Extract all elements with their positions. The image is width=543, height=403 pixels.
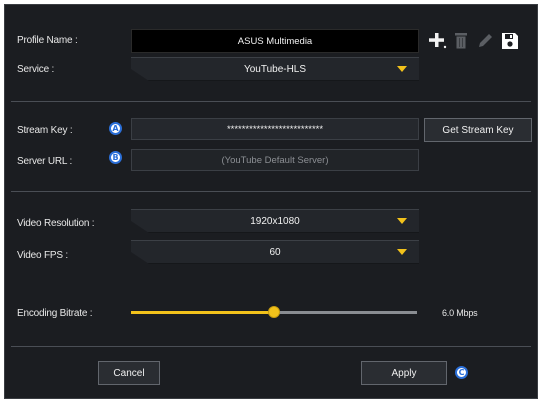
- divider: [11, 101, 531, 102]
- video-fps-value: 60: [269, 246, 281, 258]
- video-fps-dropdown[interactable]: 60: [131, 240, 419, 264]
- floppy-disk-icon[interactable]: [499, 30, 521, 52]
- server-url-input[interactable]: (YouTube Default Server): [131, 149, 419, 171]
- video-resolution-dropdown[interactable]: 1920x1080: [131, 209, 419, 233]
- stream-key-input[interactable]: **************************: [131, 118, 419, 140]
- service-value: YouTube-HLS: [243, 63, 307, 75]
- cancel-button[interactable]: Cancel: [98, 361, 160, 385]
- slider-thumb[interactable]: [268, 306, 280, 318]
- divider: [11, 346, 531, 347]
- encoding-bitrate-value: 6.0 Mbps: [442, 308, 478, 318]
- chevron-down-icon: [397, 249, 407, 255]
- pencil-icon[interactable]: [475, 31, 495, 51]
- profile-name-label: Profile Name :: [17, 35, 78, 46]
- apply-button[interactable]: Apply: [361, 361, 447, 385]
- encoding-bitrate-label: Encoding Bitrate :: [17, 308, 93, 319]
- chevron-down-icon: [397, 66, 407, 72]
- plus-icon[interactable]: [427, 31, 447, 51]
- chevron-down-icon: [397, 218, 407, 224]
- server-url-label: Server URL :: [17, 156, 73, 167]
- callout-badge-a: A: [109, 122, 122, 135]
- callout-badge-b: B: [109, 151, 122, 164]
- profile-name-input[interactable]: ASUS Multimedia: [131, 29, 419, 53]
- video-resolution-value: 1920x1080: [250, 215, 300, 227]
- callout-badge-c: C: [455, 366, 468, 379]
- slider-fill: [131, 311, 274, 314]
- video-fps-label: Video FPS :: [17, 250, 68, 261]
- stream-key-label: Stream Key :: [17, 125, 73, 136]
- video-resolution-label: Video Resolution :: [17, 218, 95, 229]
- trash-icon[interactable]: [452, 31, 470, 51]
- divider: [11, 191, 531, 192]
- service-label: Service :: [17, 64, 55, 75]
- encoding-bitrate-slider[interactable]: [131, 305, 417, 321]
- get-stream-key-button[interactable]: Get Stream Key: [424, 118, 532, 142]
- service-dropdown[interactable]: YouTube-HLS: [131, 57, 419, 81]
- stream-settings-panel: Profile Name : ASUS Multimedia Service :: [4, 4, 538, 399]
